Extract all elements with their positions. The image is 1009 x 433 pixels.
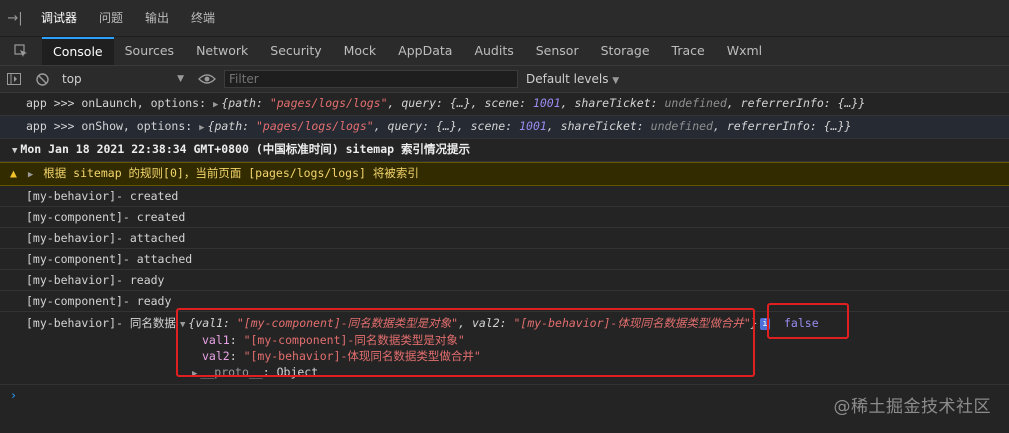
devtools-tab-bar: Console Sources Network Security Mock Ap… [0, 37, 1009, 66]
log-levels-dropdown[interactable]: Default levels ▼ [526, 72, 619, 86]
obj-text: {path: [221, 96, 270, 110]
obj-path-value: "pages/logs/logs" [269, 96, 388, 110]
obj-shareticket-value: undefined [650, 119, 713, 133]
tab-wxml[interactable]: Wxml [716, 37, 773, 65]
obj-text: , shareTicket: [546, 119, 651, 133]
console-toolbar: top ▼ Default levels ▼ [0, 66, 1009, 93]
prompt-chevron-icon: › [10, 388, 17, 402]
log-line: [my-behavior]- ready [0, 270, 1009, 291]
tab-sensor[interactable]: Sensor [525, 37, 590, 65]
dock-toggle-icon[interactable]: →| [0, 11, 30, 26]
eye-icon[interactable] [190, 73, 224, 85]
tab-console[interactable]: Console [42, 37, 114, 65]
filter-input[interactable] [224, 70, 518, 88]
tab-network[interactable]: Network [185, 37, 259, 65]
log-object-summary[interactable]: {path: "pages/logs/logs", query: {…}, sc… [221, 96, 865, 110]
panel-tab-bar: →| 调试器 问题 输出 终端 [0, 0, 1009, 37]
obj-shareticket-value: undefined [664, 96, 727, 110]
obj-path-value: "pages/logs/logs" [255, 119, 374, 133]
log-line: [my-component]- created [0, 207, 1009, 228]
group-header-text: Mon Jan 18 2021 22:38:34 GMT+0800 (中国标准时… [20, 142, 470, 156]
chevron-down-icon: ▼ [177, 74, 184, 84]
clear-console-icon[interactable] [28, 72, 56, 86]
tab-trace[interactable]: Trace [661, 37, 716, 65]
log-row-onshow: app >>> onShow, options: ▶ {path: "pages/… [0, 116, 1009, 139]
obj-text: , referrerInfo: {…}} [726, 96, 866, 110]
obj-text: , shareTicket: [560, 96, 665, 110]
warning-row: ▲ ▶ 根据 sitemap 的规则[0]，当前页面 [pages/logs/l… [0, 162, 1009, 186]
tab-audits[interactable]: Audits [463, 37, 524, 65]
log-prefix: app >>> onShow, options: [26, 119, 200, 133]
expand-triangle-icon[interactable]: ▶ [213, 100, 218, 110]
expand-triangle-icon[interactable]: ▶ [199, 123, 204, 133]
log-line: [my-component]- attached [0, 249, 1009, 270]
tab-mock[interactable]: Mock [333, 37, 388, 65]
collapse-triangle-icon[interactable]: ▼ [12, 146, 17, 156]
tab-sources[interactable]: Sources [114, 37, 185, 65]
log-line: [my-behavior]- created [0, 186, 1009, 207]
merge-log-label: [my-behavior]- 同名数据 [26, 316, 176, 330]
sidebar-toggle-icon[interactable] [0, 73, 28, 85]
tab-output[interactable]: 输出 [134, 0, 180, 36]
tab-debugger[interactable]: 调试器 [30, 0, 88, 36]
log-line: [my-behavior]- attached [0, 228, 1009, 249]
expand-triangle-icon[interactable]: ▶ [28, 170, 33, 180]
highlight-box-object [176, 308, 755, 377]
log-row-onlaunch: app >>> onLaunch, options: ▶ {path: "page… [0, 93, 1009, 116]
context-selector[interactable]: top ▼ [56, 69, 190, 89]
tab-appdata[interactable]: AppData [387, 37, 463, 65]
obj-text: , query: {…}, scene: [373, 119, 520, 133]
log-object-summary[interactable]: {path: "pages/logs/logs", query: {…}, sc… [208, 119, 852, 133]
log-prefix: app >>> onLaunch, options: [26, 96, 213, 110]
obj-scene-value: 1001 [532, 96, 561, 110]
warning-text: 根据 sitemap 的规则[0]，当前页面 [pages/logs/logs]… [43, 166, 419, 180]
log-group-header[interactable]: ▼ Mon Jan 18 2021 22:38:34 GMT+0800 (中国标准… [0, 139, 1009, 162]
warning-icon: ▲ [10, 166, 17, 180]
context-value: top [62, 72, 82, 86]
log-levels-label: Default levels [526, 72, 609, 86]
tab-storage[interactable]: Storage [590, 37, 661, 65]
console-output: app >>> onLaunch, options: ▶ {path: "page… [0, 93, 1009, 405]
merge-log-block: [my-behavior]- 同名数据 ▼ {val1: "[my-compone… [0, 303, 1009, 385]
tab-terminal[interactable]: 终端 [180, 0, 226, 36]
obj-scene-value: 1001 [519, 119, 547, 133]
watermark: @稀土掘金技术社区 [833, 397, 991, 417]
obj-text: {path: [207, 119, 256, 133]
inspect-element-icon[interactable] [0, 44, 42, 58]
chevron-down-icon: ▼ [612, 76, 620, 86]
obj-text: , query: {…}, scene: [387, 96, 533, 110]
highlight-box-false [767, 303, 849, 339]
obj-text: , referrerInfo: {…}} [712, 119, 852, 133]
tab-problems[interactable]: 问题 [88, 0, 134, 36]
tab-security[interactable]: Security [259, 37, 332, 65]
